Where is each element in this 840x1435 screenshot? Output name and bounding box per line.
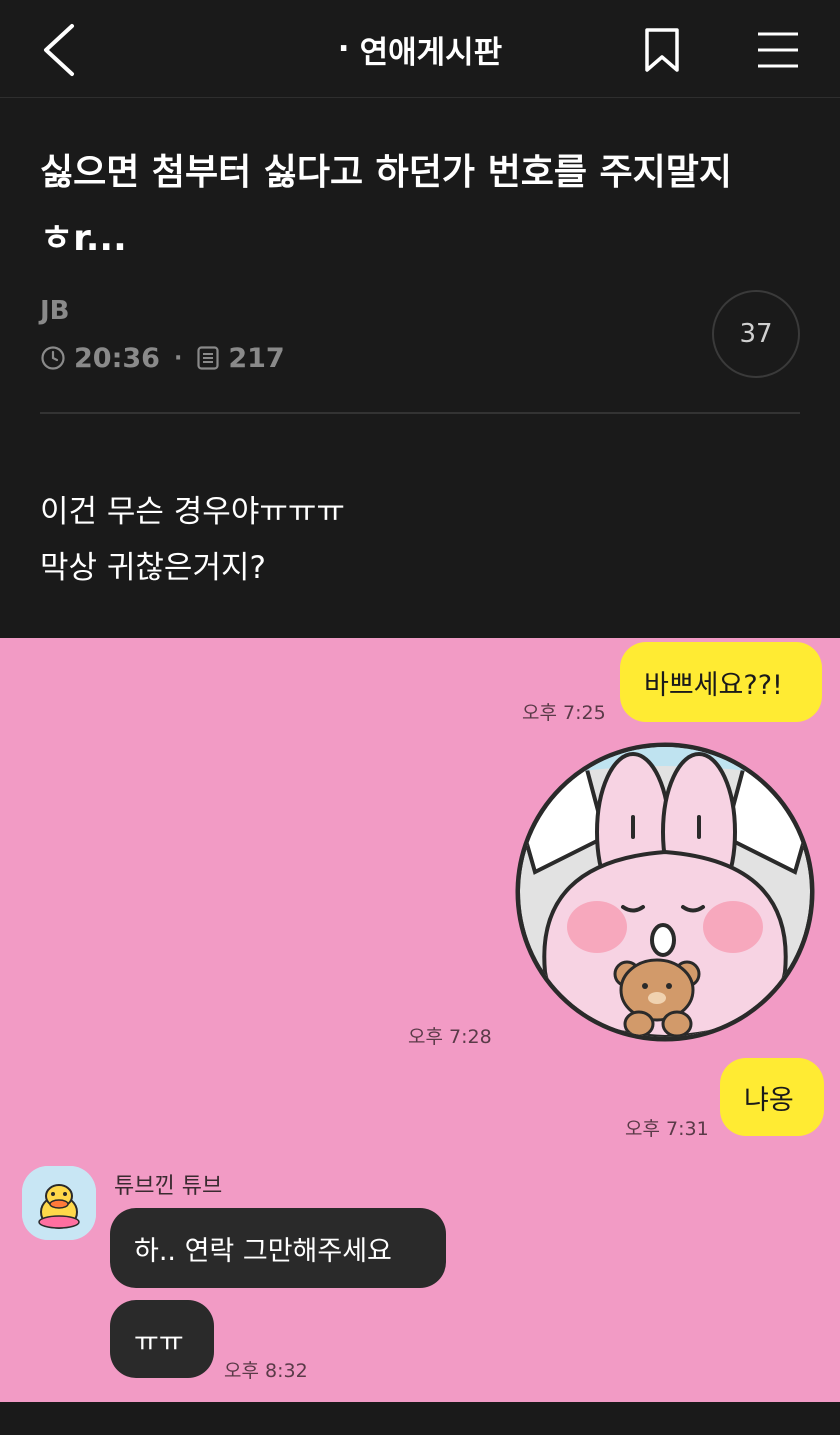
hamburger-menu-icon: [758, 32, 798, 68]
board-title: · 연애게시판: [0, 0, 840, 98]
chat-timestamp: 오후 8:32: [224, 1360, 308, 1382]
board-title-dot: ·: [337, 31, 350, 67]
pink-bunny-holding-bear-sticker: [515, 742, 815, 1042]
back-button[interactable]: [28, 18, 88, 82]
bookmark-icon: [645, 28, 679, 72]
bookmark-button[interactable]: [630, 18, 694, 82]
chat-message-text: 하.. 연락 그만해주세요: [134, 1235, 392, 1267]
post-title: 싫으면 첨부터 싫다고 하던가 번호를 주지말지 ㅎr...: [40, 152, 732, 259]
chat-timestamp: 오후 7:28: [408, 1026, 492, 1048]
chat-timestamp: 오후 7:25: [522, 702, 606, 724]
sender-avatar[interactable]: [22, 1166, 96, 1240]
meta-separator: ·: [173, 345, 183, 371]
post-body: 이건 무슨 경우야ㅠㅠㅠ 막상 귀찮은거지?: [40, 484, 800, 596]
top-navigation-bar: · 연애게시판: [0, 0, 840, 98]
views-document-icon: [197, 346, 219, 370]
comment-count: 37: [739, 319, 773, 349]
post-views: 217: [228, 342, 285, 374]
comment-count-button[interactable]: 37: [712, 290, 800, 378]
chat-timestamp: 오후 7:31: [625, 1118, 709, 1140]
board-name[interactable]: 연애게시판: [360, 27, 503, 72]
post-author[interactable]: JB: [40, 296, 70, 326]
chat-message-text: ㅠㅠ: [134, 1326, 184, 1358]
chat-message-text: 바쁘세요??!: [644, 669, 783, 701]
chat-bubble-theirs: 하.. 연락 그만해주세요: [110, 1208, 446, 1288]
chat-sender-name: 튜브낀 튜브: [114, 1174, 223, 1199]
back-arrow-icon: [44, 24, 74, 76]
chat-bubble-mine: 바쁘세요??!: [620, 642, 822, 722]
chat-message-text: 냐옹: [744, 1084, 794, 1116]
attached-chat-image: 바쁘세요??! 오후 7:25 오후 7:28 냐옹 오후 7:31 튜브낀 튜…: [0, 638, 840, 1402]
duck-avatar-icon: [22, 1166, 96, 1240]
chat-bubble-mine: 냐옹: [720, 1058, 824, 1136]
post-meta: 20:36 · 217: [40, 338, 285, 378]
menu-button[interactable]: [746, 18, 810, 82]
post-body-line: 이건 무슨 경우야ㅠㅠㅠ: [40, 494, 345, 530]
post-body-line: 막상 귀찮은거지?: [40, 550, 266, 586]
clock-icon: [41, 346, 65, 370]
header-divider: [40, 412, 800, 414]
post-time: 20:36: [74, 342, 160, 374]
bottom-area: [0, 1402, 840, 1435]
app-screen: · 연애게시판 싫으면 첨부터 싫다고 하던가 번호를 주지말지 ㅎr... J…: [0, 0, 840, 1435]
chat-bubble-theirs: ㅠㅠ: [110, 1300, 214, 1378]
